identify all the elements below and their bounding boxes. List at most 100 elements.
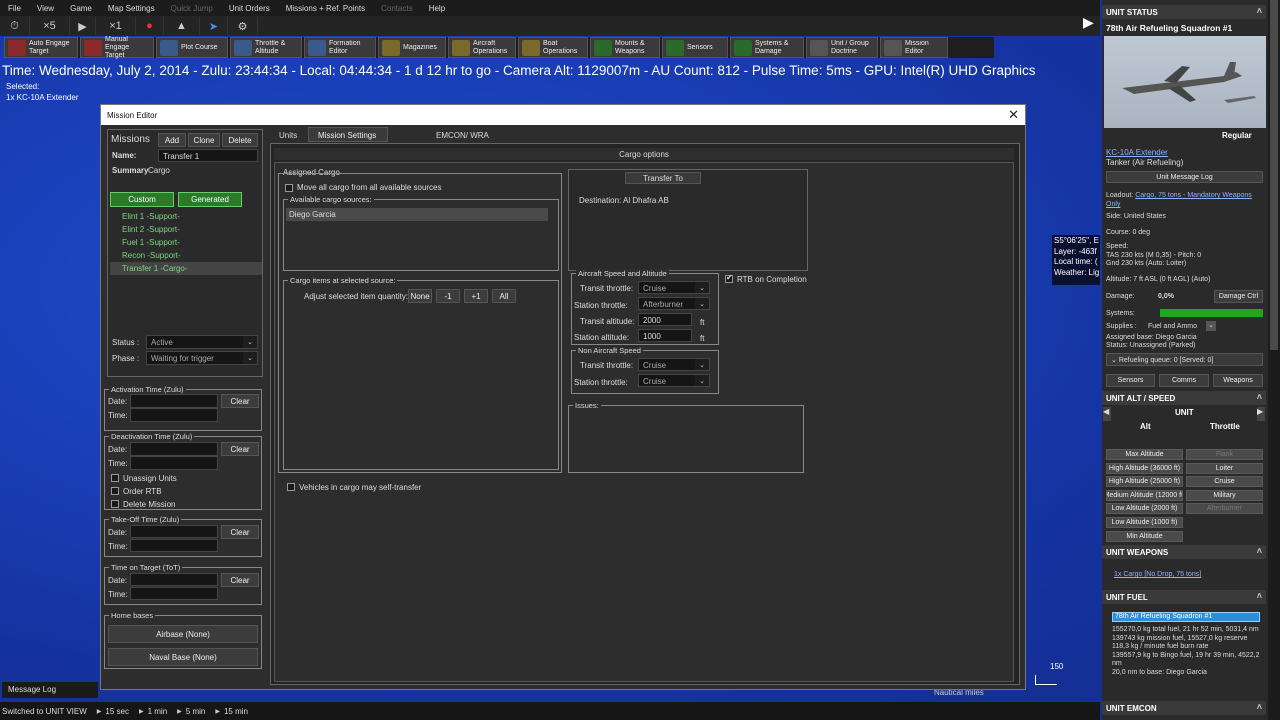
toolbar-auto-engage-target-button[interactable]: Auto Engage Target — [4, 37, 78, 58]
mission-name-field[interactable]: Transfer 1 — [158, 149, 258, 162]
clone-mission-button[interactable]: Clone — [188, 133, 220, 147]
time-compression-5[interactable]: ×5 — [30, 17, 70, 35]
toolbar-boat-operations-button[interactable]: Boat Operations — [518, 37, 588, 58]
generated-filter-button[interactable]: Generated — [178, 192, 242, 207]
vehicles-self-transfer-checkbox[interactable] — [287, 483, 295, 491]
fuel-unit-select[interactable]: 78th Air Refueling Squadron #1 — [1112, 612, 1260, 622]
menu-missions-ref-points[interactable]: Missions + Ref. Points — [278, 4, 373, 13]
deactivation-clear-button[interactable]: Clear — [221, 442, 259, 456]
chevron-right-icon[interactable]: ▶ — [1257, 407, 1265, 421]
activation-date-field[interactable] — [130, 394, 218, 408]
mission-list-item[interactable]: Transfer 1 -Cargo- — [110, 262, 262, 275]
menu-map-settings[interactable]: Map Settings — [100, 4, 163, 13]
collapse-icon[interactable]: ˄ — [1257, 546, 1262, 556]
pin-icon[interactable]: ➤ — [200, 17, 228, 35]
tot-time-field[interactable] — [130, 587, 218, 600]
activation-clear-button[interactable]: Clear — [221, 394, 259, 408]
order-rtb-checkbox[interactable] — [111, 487, 119, 495]
toolbar-magazines-button[interactable]: Magazines — [378, 37, 446, 58]
chevron-left-icon[interactable]: ◀ — [1103, 407, 1111, 421]
station-alt-field[interactable]: 1000 — [638, 329, 692, 342]
chevron-down-icon[interactable]: ⌄ — [1206, 321, 1216, 331]
collapse-icon[interactable]: ˄ — [1257, 591, 1262, 601]
unit-status-header[interactable]: UNIT STATUS ˄ — [1102, 5, 1266, 19]
toolbar-sensors-button[interactable]: Sensors — [662, 37, 728, 58]
refueling-queue[interactable]: ⌄ Refueling queue: 0 [Served: 0] — [1106, 353, 1263, 366]
fuel-header[interactable]: UNIT FUEL ˄ — [1102, 590, 1266, 604]
menu-contacts[interactable]: Contacts — [373, 4, 421, 13]
cargo-source-item[interactable]: Diego Garcia — [286, 208, 548, 221]
deactivation-time-field[interactable] — [130, 456, 218, 470]
transit-throttle-select[interactable]: Cruise ⌄ — [638, 281, 710, 294]
delete-mission-checkbox[interactable] — [111, 500, 119, 508]
collapse-icon[interactable]: ˄ — [1257, 6, 1262, 16]
transit-alt-field[interactable]: 2000 — [638, 313, 692, 326]
na-transit-throttle-select[interactable]: Cruise ⌄ — [638, 358, 710, 371]
toolbar-plot-course-button[interactable]: Plot Course — [156, 37, 228, 58]
na-station-throttle-select[interactable]: Cruise ⌄ — [638, 374, 710, 387]
toolbar-mounts-weapons-button[interactable]: Mounts & Weapons — [590, 37, 660, 58]
aircraft-type-link[interactable]: KC-10A Extender — [1106, 148, 1168, 157]
activation-time-field[interactable] — [130, 408, 218, 422]
altitude-button[interactable]: High Altitude (36000 ft) — [1106, 462, 1183, 474]
collapse-icon[interactable]: ˄ — [1257, 702, 1262, 712]
alt-speed-header[interactable]: UNIT ALT / SPEED ˄ — [1102, 391, 1266, 405]
toolbar-throttle-altitude-button[interactable]: Throttle & Altitude — [230, 37, 302, 58]
tab-emcon[interactable]: EMCON/ WRA — [436, 131, 489, 140]
naval-base-button[interactable]: Naval Base (None) — [108, 648, 258, 666]
toolbar-manual-engage-target-button[interactable]: Manual Engage Target — [80, 36, 154, 59]
custom-filter-button[interactable]: Custom — [110, 192, 174, 207]
tab-units[interactable]: Units — [279, 131, 297, 140]
message-log-tab[interactable]: Message Log — [2, 682, 98, 698]
step-5min[interactable]: 5 min — [177, 707, 206, 716]
record-icon[interactable]: ● — [136, 17, 164, 35]
altitude-button[interactable]: Low Altitude (2000 ft) — [1106, 503, 1183, 515]
throttle-button[interactable]: Military — [1186, 489, 1263, 501]
toolbar-mission-editor-button[interactable]: Mission Editor — [880, 37, 948, 58]
mission-list-item[interactable]: Fuel 1 -Support- — [110, 236, 262, 249]
close-icon[interactable]: ✕ — [1008, 107, 1019, 123]
menu-help[interactable]: Help — [421, 4, 453, 13]
delete-mission-button[interactable]: Delete — [222, 133, 258, 147]
airbase-button[interactable]: Airbase (None) — [108, 625, 258, 643]
tot-clear-button[interactable]: Clear — [221, 573, 259, 587]
sensors-tab[interactable]: Sensors — [1106, 374, 1155, 387]
altitude-button[interactable]: Low Altitude (1000 ft) — [1106, 517, 1183, 528]
altitude-button[interactable]: Max Altitude — [1106, 449, 1183, 460]
clock-icon[interactable]: ⏱ — [0, 17, 30, 35]
station-throttle-select[interactable]: Afterburner ⌄ — [638, 297, 710, 310]
qty-all-button[interactable]: All — [492, 289, 516, 303]
menu-game[interactable]: Game — [62, 4, 100, 13]
throttle-button[interactable]: Cruise — [1186, 476, 1263, 488]
takeoff-date-field[interactable] — [130, 525, 218, 538]
takeoff-time-field[interactable] — [130, 539, 218, 552]
menu-quick-jump[interactable]: Quick Jump — [163, 4, 221, 13]
rtb-completion-checkbox[interactable] — [725, 273, 733, 283]
menu-unit-orders[interactable]: Unit Orders — [221, 4, 278, 13]
throttle-button[interactable]: Loiter — [1186, 462, 1263, 474]
qty-minus-button[interactable]: -1 — [436, 289, 460, 303]
right-panel-scrollbar[interactable] — [1268, 0, 1280, 720]
emcon-header[interactable]: UNIT EMCON ˄ — [1102, 701, 1266, 715]
toolbar-systems-damage-button[interactable]: Systems & Damage — [730, 37, 804, 58]
weapons-header[interactable]: UNIT WEAPONS ˄ — [1102, 545, 1266, 559]
status-select[interactable]: Active ⌄ — [146, 335, 258, 349]
throttle-button[interactable]: Flank — [1186, 449, 1263, 460]
add-mission-button[interactable]: Add — [158, 133, 186, 147]
toolbar-aircraft-operations-button[interactable]: Aircraft Operations — [448, 37, 516, 58]
tab-mission-settings[interactable]: Mission Settings — [308, 127, 388, 142]
play-icon[interactable]: ▶ — [70, 17, 96, 35]
menu-file[interactable]: File — [0, 4, 29, 13]
throttle-button[interactable]: Afterburner — [1186, 503, 1263, 515]
unit-message-log-button[interactable]: Unit Message Log — [1106, 171, 1263, 183]
gear-icon[interactable]: ⚙ — [228, 17, 258, 35]
altitude-button[interactable]: Min Altitude — [1106, 530, 1183, 542]
step-15sec[interactable]: 15 sec — [97, 707, 129, 716]
takeoff-clear-button[interactable]: Clear — [221, 525, 259, 539]
phase-select[interactable]: Waiting for trigger ⌄ — [146, 351, 258, 365]
weapons-tab[interactable]: Weapons — [1213, 374, 1263, 387]
toolbar-unit-group-doctrine-button[interactable]: Unit / Group Doctrine — [806, 37, 878, 58]
comms-tab[interactable]: Comms — [1159, 374, 1209, 387]
camera-icon[interactable]: ▲ — [164, 17, 200, 35]
tot-date-field[interactable] — [130, 573, 218, 586]
